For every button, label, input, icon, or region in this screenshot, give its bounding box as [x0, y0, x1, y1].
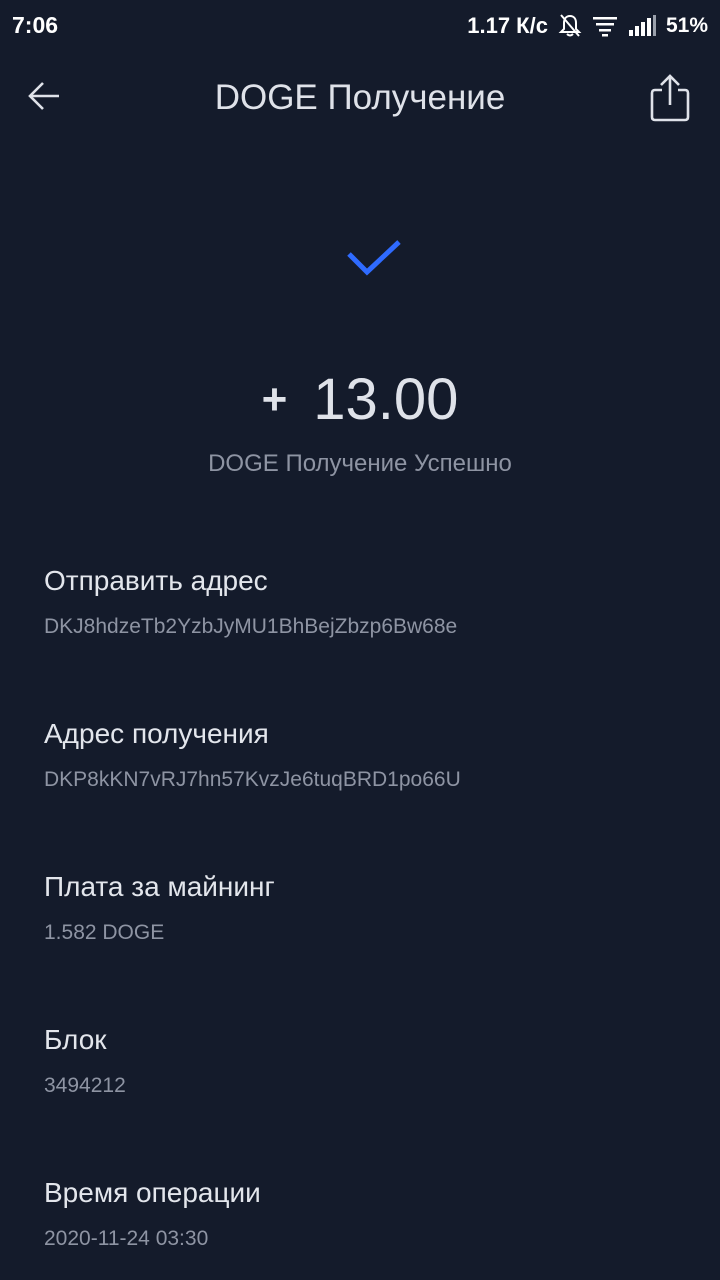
status-time: 7:06 — [12, 12, 59, 38]
status-bar: 7:06 1.17 К/с 51% — [0, 0, 720, 52]
detail-receiver-address: Адрес получения DKP8kKN7vRJ7hn57KvzJe6tu… — [44, 717, 684, 793]
detail-value: DKJ8hdzeTb2YzbJyMU1BhBejZbzp6Bw68e — [44, 615, 458, 638]
transaction-status: DOGE Получение Успешно — [208, 450, 512, 477]
detail-value: DKP8kKN7vRJ7hn57KvzJe6tuqBRD1po66U — [44, 768, 461, 791]
share-icon — [649, 73, 691, 127]
detail-value: 1.582 DOGE — [44, 921, 165, 944]
app-bar: DOGE Получение — [0, 52, 720, 148]
network-speed: 1.17 К/с — [467, 13, 548, 38]
detail-label: Адрес получения — [44, 718, 269, 749]
transaction-detail-screen: 7:06 1.17 К/с 51% DOGE Получение + 13.00… — [0, 0, 720, 1280]
detail-block: Блок 3494212 — [44, 1023, 684, 1099]
page-title: DOGE Получение — [214, 78, 506, 117]
amount-sign: + — [261, 374, 288, 424]
detail-label: Время операции — [44, 1177, 261, 1208]
battery-level: 51% — [665, 14, 708, 37]
detail-label: Отправить адрес — [44, 565, 268, 596]
detail-operation-time: Время операции 2020-11-24 03:30 — [44, 1176, 684, 1252]
detail-sender-address: Отправить адрес DKJ8hdzeTb2YzbJyMU1BhBej… — [44, 564, 684, 640]
notification-list-icon — [592, 15, 618, 37]
detail-label: Блок — [44, 1024, 107, 1055]
share-button[interactable] — [644, 72, 696, 128]
status-right-group: 1.17 К/с 51% — [467, 10, 708, 42]
detail-label: Плата за майнинг — [44, 871, 275, 902]
detail-value: 2020-11-24 03:30 — [44, 1227, 209, 1250]
amount-value: 13.00 — [313, 367, 459, 432]
amount: +13.00 — [0, 366, 720, 433]
signal-icon — [628, 15, 656, 37]
detail-value: 3494212 — [44, 1074, 126, 1097]
check-icon — [343, 238, 405, 284]
bell-off-icon — [558, 13, 582, 39]
detail-mining-fee: Плата за майнинг 1.582 DOGE — [44, 870, 684, 946]
